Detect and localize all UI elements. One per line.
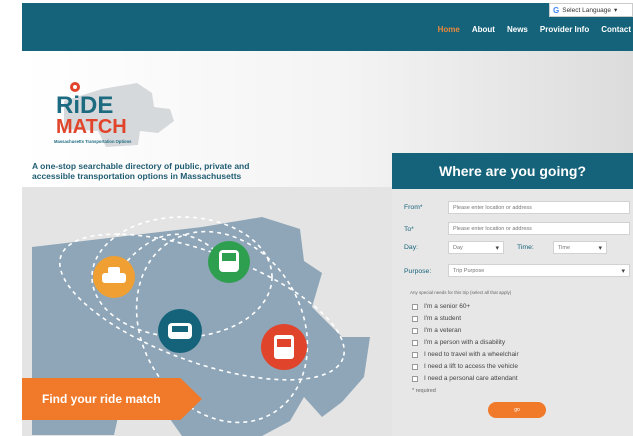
train-icon xyxy=(208,241,250,283)
special-needs-hint: Any special needs for this trip (select … xyxy=(410,290,512,295)
nav-provider-info[interactable]: Provider Info xyxy=(540,25,589,34)
time-label: Time: xyxy=(517,244,534,251)
tagline: A one-stop searchable directory of publi… xyxy=(32,161,250,181)
day-select[interactable]: Day xyxy=(448,241,504,254)
checkbox[interactable] xyxy=(412,315,418,322)
day-label: Day: xyxy=(404,244,418,251)
nav-news[interactable]: News xyxy=(507,25,528,34)
taxi-icon xyxy=(93,256,135,298)
checkbox[interactable] xyxy=(412,363,418,370)
option-care-attendant[interactable]: I need a personal care attendant xyxy=(412,375,518,382)
checkbox[interactable] xyxy=(412,351,418,358)
nav-home[interactable]: Home xyxy=(438,25,460,34)
time-select[interactable]: Time xyxy=(553,241,607,254)
to-label: To* xyxy=(404,226,414,233)
car-icon xyxy=(158,309,202,353)
logo-subtitle: Massachusetts Transportation Options xyxy=(54,139,132,144)
google-icon: G xyxy=(553,5,560,15)
logo-word-match: MATCH xyxy=(56,116,127,138)
checkbox[interactable] xyxy=(412,327,418,334)
checkbox[interactable] xyxy=(412,375,418,382)
option-wheelchair[interactable]: I need to travel with a wheelchair xyxy=(412,351,519,358)
find-ride-match-button[interactable]: Find your ride match xyxy=(22,378,202,420)
language-selector[interactable]: G Select Language ▾ xyxy=(549,3,633,17)
main-nav: Home About News Provider Info Contact xyxy=(438,25,631,34)
nav-contact[interactable]: Contact xyxy=(601,25,631,34)
option-student[interactable]: I'm a student xyxy=(412,315,461,322)
ride-match-logo[interactable]: RiDE MATCH Massachusetts Transportation … xyxy=(42,73,182,153)
go-button[interactable]: go xyxy=(488,402,546,418)
checkbox[interactable] xyxy=(412,339,418,346)
option-lift[interactable]: I need a lift to access the vehicle xyxy=(412,363,518,370)
option-senior[interactable]: I'm a senior 60+ xyxy=(412,303,470,310)
from-input[interactable]: Please enter location or address xyxy=(448,201,630,214)
top-nav-bar: G Select Language ▾ Home About News Prov… xyxy=(22,3,633,51)
to-input[interactable]: Please enter location or address xyxy=(448,222,630,235)
bus-icon xyxy=(261,324,307,370)
language-label: Select Language xyxy=(562,6,612,14)
hero: RiDE MATCH Massachusetts Transportation … xyxy=(22,51,633,436)
chevron-down-icon: ▾ xyxy=(614,7,618,14)
purpose-label: Purpose: xyxy=(404,268,432,275)
option-veteran[interactable]: I'm a veteran xyxy=(412,327,461,334)
purpose-select[interactable]: Trip Purpose xyxy=(448,264,630,277)
checkbox[interactable] xyxy=(412,303,418,310)
nav-about[interactable]: About xyxy=(472,25,495,34)
logo-word-ride: RiDE xyxy=(56,92,113,119)
from-label: From* xyxy=(404,204,423,211)
option-disability[interactable]: I'm a person with a disability xyxy=(412,339,505,346)
panel-title: Where are you going? xyxy=(392,153,633,189)
required-note: * required xyxy=(412,388,436,394)
